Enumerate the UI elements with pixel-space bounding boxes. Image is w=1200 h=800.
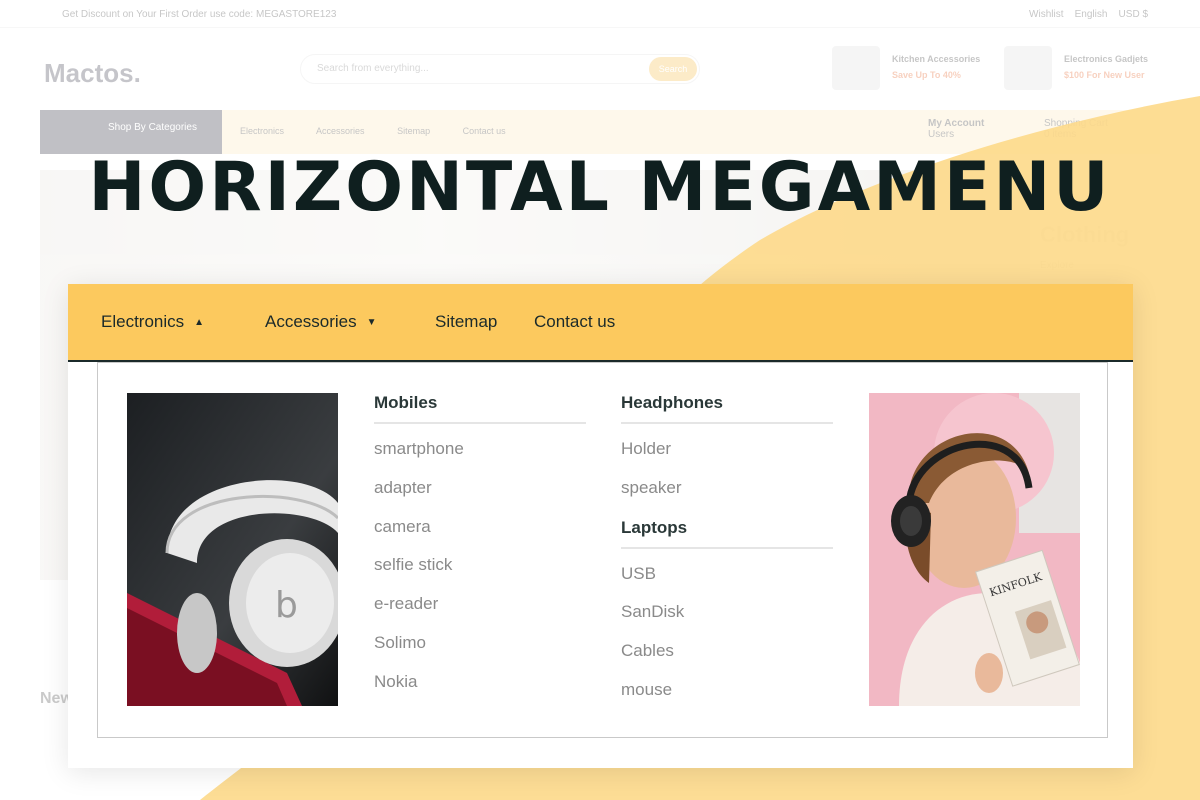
menu-column-mobiles: Mobiles smartphone adapter camera selfie… xyxy=(374,393,586,708)
menu-link[interactable]: selfie stick xyxy=(374,552,586,591)
nav-item-contact-us[interactable]: Contact us xyxy=(534,312,615,332)
background-search-input: Search from everything... Search xyxy=(300,54,700,84)
background-account: My Account Users xyxy=(928,118,985,140)
background-promo-electronics: Electronics Gadjets $100 For New User xyxy=(1004,46,1174,90)
menu-link[interactable]: Holder xyxy=(621,436,833,475)
menu-link[interactable]: Cables xyxy=(621,638,833,677)
menu-link[interactable]: e-reader xyxy=(374,591,586,630)
woman-with-headphones-illustration: KINFOLK xyxy=(869,393,1080,706)
megamenu-dropdown-electronics: b Mobiles smartphone adapter camera self… xyxy=(97,362,1108,738)
menu-heading-headphones[interactable]: Headphones xyxy=(621,393,833,424)
nav-item-sitemap[interactable]: Sitemap xyxy=(435,312,497,332)
page-headline: HORIZONTAL MEGAMENU xyxy=(88,148,1112,227)
background-promo-thumb xyxy=(1004,46,1052,90)
background-promo-kitchen: Kitchen Accessories Save Up To 40% xyxy=(832,46,1002,90)
background-logo: Mactos. xyxy=(44,58,141,88)
background-nav-items: Electronics Accessories Sitemap Contact … xyxy=(240,126,506,136)
headphones-illustration: b xyxy=(127,393,338,706)
svg-text:b: b xyxy=(275,585,298,626)
menu-link[interactable]: camera xyxy=(374,514,586,553)
background-search-button: Search xyxy=(649,57,697,81)
megamenu-navbar: Electronics ▲ Accessories ▼ Sitemap Contac… xyxy=(68,284,1133,362)
menu-column-headphones-laptops: Headphones Holder speaker Laptops USB Sa… xyxy=(621,393,833,716)
menu-link[interactable]: mouse xyxy=(621,677,833,716)
nav-item-accessories[interactable]: Accessories ▼ xyxy=(265,312,377,332)
background-topbar: Get Discount on Your First Order use cod… xyxy=(0,0,1200,28)
background-topbar-right: Wishlist English USD $ xyxy=(1029,9,1148,20)
headphones-promo-image[interactable]: b xyxy=(127,393,338,706)
menu-heading-mobiles[interactable]: Mobiles xyxy=(374,393,586,424)
menu-link[interactable]: SanDisk xyxy=(621,599,833,638)
menu-heading-laptops[interactable]: Laptops xyxy=(621,518,833,549)
caret-up-icon: ▲ xyxy=(194,317,205,329)
menu-link[interactable]: Solimo xyxy=(374,630,586,669)
megamenu-card: Electronics ▲ Accessories ▼ Sitemap Contac… xyxy=(68,284,1133,768)
nav-item-electronics[interactable]: Electronics ▲ xyxy=(101,312,204,332)
caret-down-icon: ▼ xyxy=(366,317,377,329)
menu-link[interactable]: smartphone xyxy=(374,436,586,475)
background-cart: Shopping Cart 0 items xyxy=(1044,118,1108,140)
background-topbar-promo: Get Discount on Your First Order use cod… xyxy=(62,9,337,20)
menu-link[interactable]: adapter xyxy=(374,475,586,514)
woman-headphones-promo-image[interactable]: KINFOLK xyxy=(869,393,1080,706)
background-promo-thumb xyxy=(832,46,880,90)
menu-link[interactable]: speaker xyxy=(621,475,833,514)
menu-link[interactable]: USB xyxy=(621,561,833,600)
menu-link[interactable]: Nokia xyxy=(374,669,586,708)
